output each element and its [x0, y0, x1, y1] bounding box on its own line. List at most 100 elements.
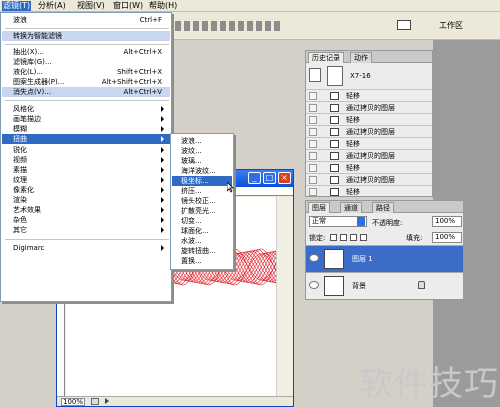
history-brush-source-checkbox[interactable]	[309, 188, 317, 196]
history-snapshot[interactable]: X7-16	[306, 65, 432, 89]
lock-all-icon[interactable]	[360, 234, 367, 241]
align-icon[interactable]	[211, 21, 217, 31]
layer-thumbnail	[324, 276, 344, 296]
tab-history[interactable]: 历史记录	[308, 52, 344, 63]
menu-item-extract[interactable]: 抽出(X)... Alt+Ctrl+X	[2, 47, 170, 57]
submenu-item-ocean-ripple[interactable]: 海洋波纹...	[172, 166, 232, 176]
status-menu-arrow-icon[interactable]	[105, 398, 109, 404]
layer-row[interactable]: 背景	[306, 272, 463, 299]
vertical-scrollbar[interactable]	[276, 197, 293, 396]
history-step[interactable]: 轻移	[306, 161, 432, 173]
menu-item-convert-smart-filter[interactable]: 转换为智能滤镜	[2, 31, 170, 41]
fill-field[interactable]: 100%	[432, 232, 462, 243]
menu-item-distort[interactable]: 扭曲	[2, 134, 170, 144]
menu-window[interactable]: 窗口(W)	[112, 1, 144, 11]
menu-item-noise[interactable]: 杂色	[2, 215, 170, 225]
maximize-button[interactable]: □	[263, 172, 276, 184]
menu-item-label: 液化(L)...	[13, 68, 44, 76]
layer-row[interactable]: 图层 1	[306, 245, 463, 272]
align-icon[interactable]	[238, 21, 244, 31]
tab-channels[interactable]: 通道	[340, 202, 362, 213]
menu-item-other[interactable]: 其它	[2, 225, 170, 235]
history-brush-source-checkbox[interactable]	[309, 92, 317, 100]
submenu-item-displace[interactable]: 置换...	[172, 256, 232, 266]
submenu-item-twirl[interactable]: 旋转扭曲...	[172, 246, 232, 256]
align-icon[interactable]	[184, 21, 190, 31]
status-info-icon[interactable]	[91, 398, 99, 405]
history-step[interactable]: 轻移	[306, 113, 432, 125]
menu-item-sketch[interactable]: 素描	[2, 165, 170, 175]
menu-help[interactable]: 帮助(H)	[148, 1, 178, 11]
history-brush-source-checkbox[interactable]	[309, 116, 317, 124]
menu-item-liquify[interactable]: 液化(L)... Shift+Ctrl+X	[2, 67, 170, 77]
lock-transparency-icon[interactable]	[330, 234, 337, 241]
menu-filter[interactable]: 滤镜(T)	[2, 1, 32, 11]
lock-pixels-icon[interactable]	[340, 234, 347, 241]
layer-thumbnail	[324, 249, 344, 269]
history-brush-source-checkbox[interactable]	[309, 152, 317, 160]
tab-layers[interactable]: 图层	[308, 202, 330, 213]
history-step[interactable]: 通过拷贝的图层	[306, 101, 432, 113]
menu-analysis[interactable]: 分析(A)	[37, 1, 67, 11]
menu-item-render[interactable]: 渲染	[2, 195, 170, 205]
history-brush-source-checkbox[interactable]	[309, 140, 317, 148]
menu-item-digimarc[interactable]: Digimarc	[2, 243, 170, 253]
menu-item-texture[interactable]: 纹理	[2, 175, 170, 185]
history-step[interactable]: 通过拷贝的图层	[306, 149, 432, 161]
history-step[interactable]: 轻移	[306, 137, 432, 149]
align-icon[interactable]	[175, 21, 181, 31]
submenu-item-glass[interactable]: 玻璃...	[172, 156, 232, 166]
submenu-item-shear[interactable]: 切变...	[172, 216, 232, 226]
submenu-item-wave[interactable]: 波浪...	[172, 136, 232, 146]
eye-icon[interactable]	[309, 254, 319, 262]
history-step-label: 通过拷贝的图层	[346, 176, 395, 184]
align-icon[interactable]	[202, 21, 208, 31]
history-brush-source-checkbox[interactable]	[309, 176, 317, 184]
menu-item-video[interactable]: 视频	[2, 155, 170, 165]
menu-item-pattern-maker[interactable]: 图案生成器(P)... Alt+Shift+Ctrl+X	[2, 77, 170, 87]
menu-item-vanishing-point[interactable]: 消失点(V)... Alt+Ctrl+V	[2, 87, 170, 97]
eye-icon[interactable]	[309, 281, 319, 289]
menu-item-filter-gallery[interactable]: 滤镜库(G)...	[2, 57, 170, 67]
menu-item-blur[interactable]: 模糊	[2, 124, 170, 134]
history-step[interactable]: 轻移	[306, 185, 432, 197]
submenu-item-spherize[interactable]: 球面化...	[172, 226, 232, 236]
submenu-item-zigzag[interactable]: 水波...	[172, 236, 232, 246]
align-icon[interactable]	[193, 21, 199, 31]
tab-actions[interactable]: 动作	[350, 52, 372, 63]
history-step[interactable]: 通过拷贝的图层	[306, 173, 432, 185]
opacity-field[interactable]: 100%	[432, 216, 462, 227]
align-icon[interactable]	[229, 21, 235, 31]
zoom-level-field[interactable]: 100%	[61, 398, 85, 406]
blend-mode-select[interactable]: 正常	[309, 216, 367, 227]
menu-item-last-filter[interactable]: 波浪 Ctrl+F	[2, 15, 170, 25]
history-brush-source-checkbox[interactable]	[309, 128, 317, 136]
submenu-item-lens-correction[interactable]: 镜头校正...	[172, 196, 232, 206]
align-icon[interactable]	[265, 21, 271, 31]
history-brush-source-checkbox[interactable]	[309, 104, 317, 112]
menu-view[interactable]: 视图(V)	[76, 1, 106, 11]
submenu-item-diffuse-glow[interactable]: 扩散亮光...	[172, 206, 232, 216]
menu-item-artistic[interactable]: 艺术效果	[2, 205, 170, 215]
snapshot-brush-icon[interactable]	[309, 68, 321, 82]
menu-item-brush-strokes[interactable]: 画笔描边	[2, 114, 170, 124]
align-icon[interactable]	[247, 21, 253, 31]
menu-item-stylize[interactable]: 风格化	[2, 104, 170, 114]
close-button[interactable]: ×	[278, 172, 291, 184]
submenu-item-polar-coordinates[interactable]: 极坐标...	[172, 176, 232, 186]
minimize-button[interactable]: _	[248, 172, 261, 184]
submenu-item-ripple[interactable]: 波纹...	[172, 146, 232, 156]
history-step[interactable]: 通过拷贝的图层	[306, 125, 432, 137]
tab-paths[interactable]: 路径	[372, 202, 394, 213]
history-brush-source-checkbox[interactable]	[309, 164, 317, 172]
lock-position-icon[interactable]	[350, 234, 357, 241]
menu-item-shortcut: Alt+Ctrl+X	[123, 48, 162, 56]
workspace-button[interactable]: 工作区	[397, 18, 497, 34]
align-icon[interactable]	[256, 21, 262, 31]
align-icon[interactable]	[220, 21, 226, 31]
menu-item-pixelate[interactable]: 像素化	[2, 185, 170, 195]
align-icon[interactable]	[274, 21, 280, 31]
history-step[interactable]: 轻移	[306, 89, 432, 101]
submenu-item-pinch[interactable]: 挤压...	[172, 186, 232, 196]
menu-item-sharpen[interactable]: 锐化	[2, 145, 170, 155]
